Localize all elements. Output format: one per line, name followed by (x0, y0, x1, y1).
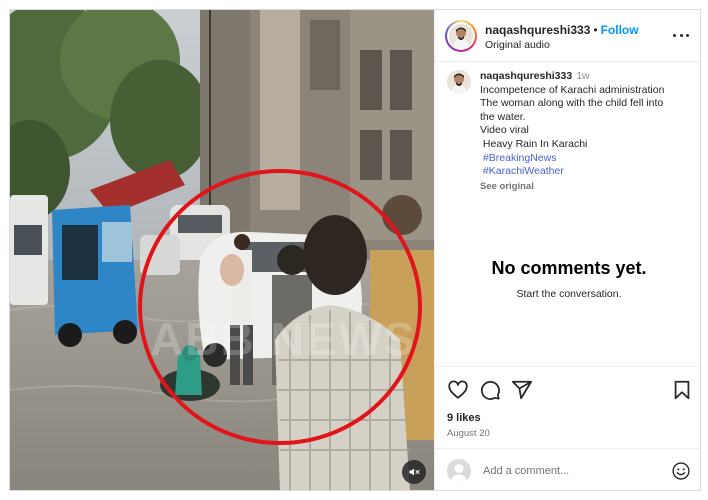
empty-comments-title: No comments yet. (491, 258, 647, 278)
emoji-icon[interactable] (671, 461, 691, 481)
avatar-person-icon (449, 24, 473, 48)
video-frame: ABB NEWS (10, 10, 434, 490)
caption-avatar[interactable] (447, 70, 471, 94)
caption-line: Heavy Rain In Karachi (480, 137, 588, 150)
likes-count[interactable]: 9 likes (447, 412, 481, 424)
comment-composer (435, 448, 700, 490)
caption-username[interactable]: naqashqureshi333 (480, 70, 572, 82)
caption-timestamp[interactable]: 1w (576, 70, 589, 82)
caption-line: Incompetence of Karachi administration (480, 83, 665, 96)
post-side-panel: naqashqureshi333 • Follow Original audio n… (434, 10, 700, 490)
bookmark-icon[interactable] (671, 379, 693, 401)
default-avatar-icon (447, 459, 471, 483)
hashtag-link[interactable]: #KarachiWeather (483, 165, 564, 177)
hashtag-link[interactable]: #BreakingNews (483, 152, 557, 164)
separator-dot: • (593, 23, 598, 37)
post-video[interactable]: ABB NEWS (10, 10, 434, 490)
speaker-muted-icon (409, 468, 420, 476)
news-watermark: ABB NEWS (150, 313, 416, 365)
see-original-link[interactable]: See original (480, 180, 696, 194)
caption-line: the water. (480, 110, 526, 123)
avatar-person-icon (447, 70, 471, 94)
follow-button[interactable]: Follow (601, 23, 639, 37)
comment-icon[interactable] (479, 379, 501, 401)
more-options-icon[interactable] (673, 28, 689, 42)
post-header: naqashqureshi333 • Follow Original audio (435, 10, 700, 62)
caption-line: The woman along with the child fell into (480, 97, 664, 110)
author-username[interactable]: naqashqureshi333 (485, 23, 590, 37)
share-icon[interactable] (511, 379, 533, 401)
current-user-avatar (447, 459, 471, 483)
heart-icon[interactable] (447, 379, 469, 401)
empty-comments-subtitle: Start the conversation. (516, 288, 622, 300)
audio-label[interactable]: Original audio (485, 39, 550, 51)
post-dialog: ABB NEWS naqashqureshi333 • Follow Origi… (9, 9, 701, 491)
post-date[interactable]: August 20 (447, 428, 490, 439)
empty-comments: No comments yet. Start the conversation. (435, 258, 700, 300)
caption-line: Video viral (480, 124, 529, 137)
author-avatar[interactable] (445, 20, 477, 52)
mute-button[interactable] (402, 460, 426, 484)
post-actions: 9 likes August 20 (435, 366, 700, 444)
comment-input[interactable] (483, 461, 653, 481)
